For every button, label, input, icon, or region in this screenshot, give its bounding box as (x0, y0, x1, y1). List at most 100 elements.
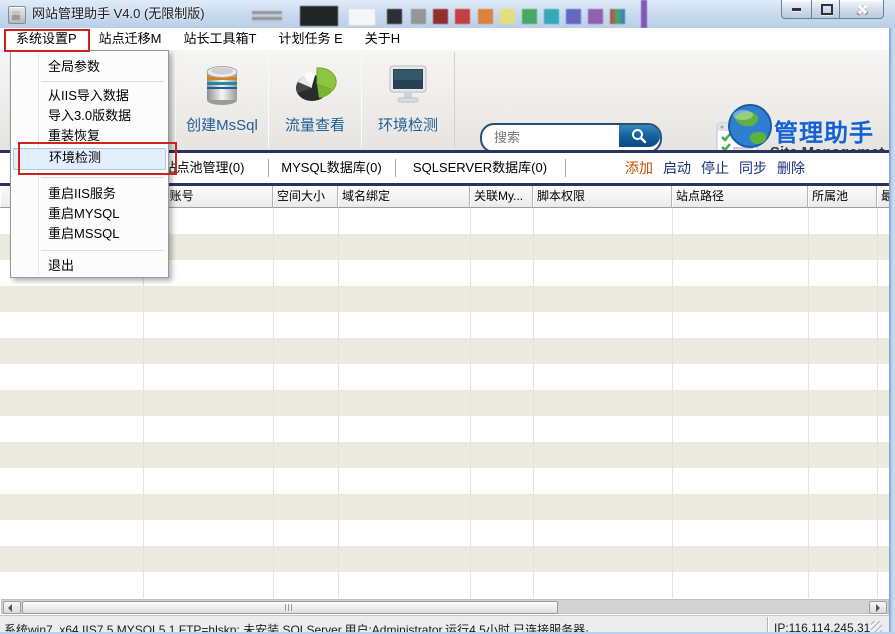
grid-line (672, 208, 673, 598)
menu-item-restart-mysql[interactable]: 重启MYSQL (11, 204, 168, 224)
delete-button[interactable]: 删除 (777, 153, 805, 183)
table-row[interactable] (0, 390, 889, 416)
status-bar: 系统win7_x64 IIS7.5,MYSQL5.1,FTP=hlskp; 未安… (0, 615, 889, 633)
scroll-right-button[interactable] (869, 601, 887, 614)
table-row[interactable] (0, 416, 889, 442)
table-row[interactable] (0, 468, 889, 494)
column-header-domain-binding[interactable]: 域名绑定 (338, 186, 470, 208)
database-icon (198, 60, 246, 108)
stop-button[interactable]: 停止 (701, 153, 729, 183)
toolbar-env-check[interactable]: 环境检测 (361, 52, 455, 148)
table-row[interactable] (0, 572, 889, 598)
menu-item-import-from-iis[interactable]: 从IIS导入数据 (11, 86, 168, 106)
tab-sqlserver[interactable]: SQLSERVER数据库(0) (395, 153, 565, 183)
toolbar-button-label: 创建MsSql (176, 114, 268, 135)
column-header-linked-mysql[interactable]: 关联My... (470, 186, 533, 208)
menu-system-settings[interactable]: 系统设置P (5, 28, 88, 49)
column-header-pool[interactable]: 所属池 (808, 186, 877, 208)
title-bar: 网站管理助手 V4.0 (无限制版) (0, 0, 895, 29)
table-row[interactable] (0, 442, 889, 468)
tab-separator (565, 159, 566, 177)
close-icon (856, 3, 868, 15)
scrollbar-thumb[interactable] (22, 601, 558, 614)
search-input[interactable] (492, 127, 614, 147)
arrow-right-icon (876, 604, 880, 612)
menu-site-migration[interactable]: 站点迁移M (88, 28, 173, 49)
glass-reflection (522, 9, 537, 24)
glass-reflection (500, 9, 515, 24)
menu-item-restart-mssql[interactable]: 重启MSSQL (11, 224, 168, 244)
table-row[interactable] (0, 364, 889, 390)
sync-button[interactable]: 同步 (739, 153, 767, 183)
maximize-button[interactable] (811, 0, 840, 19)
grid-line (470, 208, 471, 598)
glass-reflection (433, 9, 448, 24)
window-controls (781, 0, 884, 19)
grid-line (877, 208, 878, 598)
menu-separator (41, 250, 164, 251)
toolbar-create-mssql[interactable]: 创建MsSql (175, 52, 269, 148)
statusbar-divider (767, 617, 768, 633)
table-row[interactable] (0, 286, 889, 312)
table-row[interactable] (0, 312, 889, 338)
app-window: 网站管理助手 V4.0 (无限制版) 系统设置P站点迁移M站长工具箱T计划任务 … (0, 0, 895, 634)
globe-icon (727, 103, 773, 149)
grid-line (533, 208, 534, 598)
toolbar-button-label: 环境检测 (362, 114, 454, 135)
grid-line (808, 208, 809, 598)
menu-webmaster-tools[interactable]: 站长工具箱T (173, 28, 268, 49)
menu-item-env-check[interactable]: 环境检测 (13, 148, 166, 170)
arrow-left-icon (8, 604, 12, 612)
glass-reflection (566, 9, 581, 24)
glass-reflection (544, 9, 559, 24)
grid-line (338, 208, 339, 598)
menu-item-reinstall-restore[interactable]: 重装恢复 (11, 126, 168, 146)
close-button[interactable] (839, 0, 884, 19)
brand-title: 管理助手 (774, 113, 874, 148)
system-settings-menu: 全局参数 从IIS导入数据 导入3.0版数据 重装恢复 环境检测 重启IIS服务… (10, 50, 169, 278)
minimize-icon (792, 8, 801, 11)
glass-reflection (252, 11, 282, 23)
glass-reflection (387, 9, 402, 24)
menu-about[interactable]: 关于H (354, 28, 411, 49)
horizontal-scrollbar[interactable] (1, 599, 889, 614)
menu-item-restart-iis[interactable]: 重启IIS服务 (11, 184, 168, 204)
maximize-icon (821, 4, 833, 15)
tab-mysql[interactable]: MYSQL数据库(0) (268, 153, 395, 183)
glass-reflection (478, 9, 493, 24)
column-header-script-permission[interactable]: 脚本权限 (533, 186, 672, 208)
menu-item-import-v3-data[interactable]: 导入3.0版数据 (11, 106, 168, 126)
column-header-space-size[interactable]: 空间大小 (273, 186, 338, 208)
search-box (480, 123, 662, 153)
add-button[interactable]: 添加 (625, 153, 653, 183)
scroll-left-button[interactable] (3, 601, 21, 614)
app-icon (8, 6, 26, 24)
menu-bar: 系统设置P站点迁移M站长工具箱T计划任务 E关于H (0, 28, 895, 51)
menu-separator (41, 177, 164, 178)
window-title: 网站管理助手 V4.0 (无限制版) (32, 0, 205, 27)
glass-reflection (455, 9, 470, 24)
glass-reflection (300, 6, 338, 26)
toolbar-traffic-view[interactable]: 流量查看 (268, 52, 362, 148)
glass-reflection (588, 9, 603, 24)
menu-separator (41, 81, 164, 82)
menu-item-global-params[interactable]: 全局参数 (11, 57, 168, 77)
menu-scheduled-tasks[interactable]: 计划任务 E (267, 28, 353, 49)
minimize-button[interactable] (781, 0, 812, 19)
search-icon (631, 128, 647, 144)
glass-reflection (411, 9, 426, 24)
glass-reflection (641, 0, 647, 28)
glass-reflection (610, 9, 625, 24)
monitor-icon (384, 60, 432, 108)
column-header-site-path[interactable]: 站点路径 (672, 186, 808, 208)
table-row[interactable] (0, 520, 889, 546)
table-row[interactable] (0, 494, 889, 520)
start-button[interactable]: 启动 (663, 153, 691, 183)
resize-grip[interactable] (871, 621, 882, 632)
grid-line (273, 208, 274, 598)
search-button[interactable] (619, 125, 660, 147)
table-row[interactable] (0, 338, 889, 364)
menu-item-exit[interactable]: 退出 (11, 256, 168, 276)
table-row[interactable] (0, 546, 889, 572)
pie-chart-icon (291, 60, 339, 108)
